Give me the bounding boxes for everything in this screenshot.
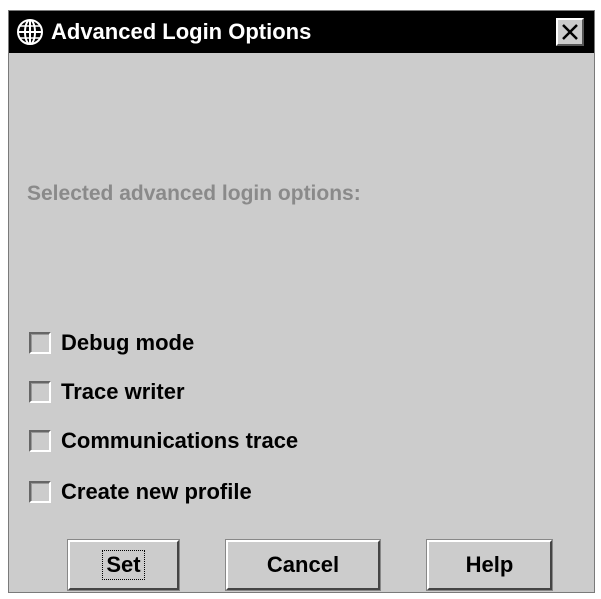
- selected-options-label: Selected advanced login options:: [27, 182, 361, 205]
- option-label: Trace writer: [61, 379, 185, 404]
- checkbox-box[interactable]: [29, 332, 51, 354]
- option-label: Communications trace: [61, 428, 299, 453]
- checkbox-box[interactable]: [29, 481, 51, 503]
- advanced-login-options-dialog: Advanced Login Options Selected advanced…: [8, 10, 595, 593]
- window-title: Advanced Login Options: [51, 19, 312, 44]
- create-new-profile-checkbox[interactable]: Create new profile: [29, 477, 252, 507]
- set-button[interactable]: Set: [67, 539, 180, 591]
- set-button-label: Set: [102, 550, 145, 580]
- cancel-button[interactable]: Cancel: [225, 539, 381, 591]
- title-bar[interactable]: Advanced Login Options: [9, 11, 594, 53]
- globe-icon: [15, 17, 45, 47]
- cancel-button-label: Cancel: [266, 552, 340, 577]
- checkbox-box[interactable]: [29, 430, 51, 452]
- checkbox-box[interactable]: [29, 381, 51, 403]
- trace-writer-checkbox[interactable]: Trace writer: [29, 377, 185, 407]
- close-icon: [558, 20, 582, 44]
- option-label: Debug mode: [61, 330, 195, 355]
- communications-trace-checkbox[interactable]: Communications trace: [29, 426, 298, 456]
- option-label: Create new profile: [61, 479, 252, 504]
- help-button-label: Help: [465, 552, 514, 577]
- close-button[interactable]: [556, 18, 584, 46]
- debug-mode-checkbox[interactable]: Debug mode: [29, 328, 194, 358]
- help-button[interactable]: Help: [426, 539, 553, 591]
